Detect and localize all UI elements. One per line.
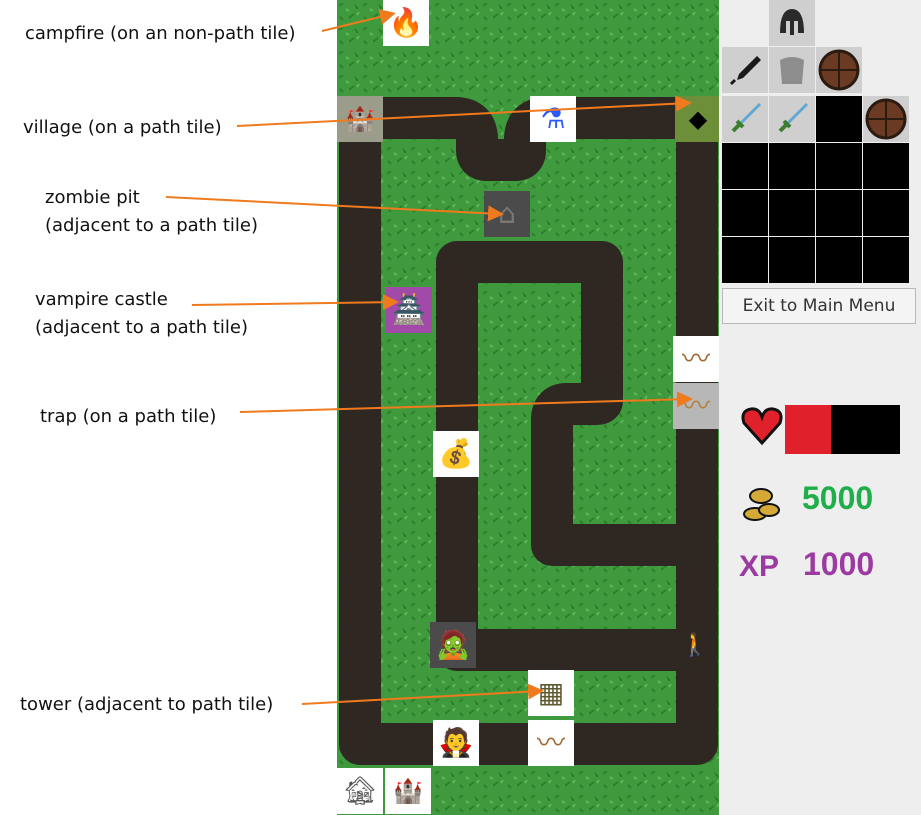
inventory-slot[interactable]	[722, 237, 768, 283]
inventory-slot[interactable]	[863, 190, 909, 236]
sword-icon[interactable]	[722, 47, 768, 93]
inventory-slot[interactable]	[722, 143, 768, 189]
inventory-slot[interactable]	[722, 190, 768, 236]
castle-card-icon[interactable]: 🏰	[385, 768, 431, 814]
xp-label: XP	[739, 550, 780, 583]
annotation-village: village (on a path tile)	[23, 117, 222, 138]
vampire-icon[interactable]: 🧛	[433, 720, 479, 766]
zombie-icon[interactable]: 🧟	[430, 622, 476, 668]
trap-icon[interactable]: 〰	[528, 720, 574, 766]
gold-icon	[741, 480, 781, 526]
tower-icon[interactable]: ▦	[528, 670, 574, 716]
annotation-vampire-castle-1: vampire castle	[35, 289, 168, 310]
inventory-slot[interactable]	[769, 190, 815, 236]
inventory-slot[interactable]	[816, 96, 862, 142]
barracks-icon[interactable]: 🏚	[337, 768, 383, 814]
character-icon[interactable]: 🚶	[675, 626, 715, 666]
annotation-zombie-pit-2: (adjacent to a path tile)	[45, 215, 259, 236]
inventory-slot[interactable]	[816, 190, 862, 236]
exit-to-main-menu-button[interactable]: Exit to Main Menu	[722, 288, 916, 324]
trap-icon[interactable]: 〰	[673, 383, 719, 429]
annotation-trap: trap (on a path tile)	[40, 406, 217, 427]
health-bar-fill	[785, 405, 831, 454]
annotation-zombie-pit-1: zombie pit	[45, 187, 140, 208]
inventory-slot[interactable]	[769, 237, 815, 283]
inventory-sword-icon[interactable]	[769, 96, 815, 142]
zombie-pit-icon[interactable]: ⌂	[484, 191, 530, 237]
xp-value: 1000	[803, 546, 875, 582]
gold-value: 5000	[802, 480, 874, 516]
inventory-slot[interactable]	[816, 143, 862, 189]
vampire-castle-icon[interactable]: 🏯	[386, 287, 432, 333]
armour-icon[interactable]	[769, 47, 815, 93]
annotation-vampire-castle-2: (adjacent to a path tile)	[35, 317, 249, 338]
campfire-icon[interactable]: 🔥	[383, 0, 429, 46]
game-board[interactable]: 🔥 🏰 ⚗ ◆ ⌂ 🏯 〰 〰 💰 🧟 🚶 ▦ 🧛 〰 🏚 🏰	[337, 0, 719, 815]
inventory-slot[interactable]	[816, 237, 862, 283]
trap-icon[interactable]: 〰	[673, 336, 719, 382]
inventory-slot[interactable]	[863, 143, 909, 189]
village-icon[interactable]: ◆	[675, 96, 719, 142]
gold-icon[interactable]: 💰	[433, 431, 479, 477]
inventory-shield-icon[interactable]	[863, 96, 909, 142]
castle-icon[interactable]: 🏰	[337, 96, 383, 142]
health-bar	[785, 405, 900, 454]
potion-icon[interactable]: ⚗	[530, 96, 576, 142]
annotation-campfire: campfire (on an non-path tile)	[25, 23, 296, 44]
shield-icon[interactable]	[816, 47, 862, 93]
annotation-tower: tower (adjacent to path tile)	[20, 694, 274, 715]
inventory-slot[interactable]	[769, 143, 815, 189]
inventory-sword-icon[interactable]	[722, 96, 768, 142]
inventory-slot[interactable]	[863, 237, 909, 283]
heart-icon	[740, 405, 784, 449]
helmet-icon[interactable]	[769, 0, 815, 46]
